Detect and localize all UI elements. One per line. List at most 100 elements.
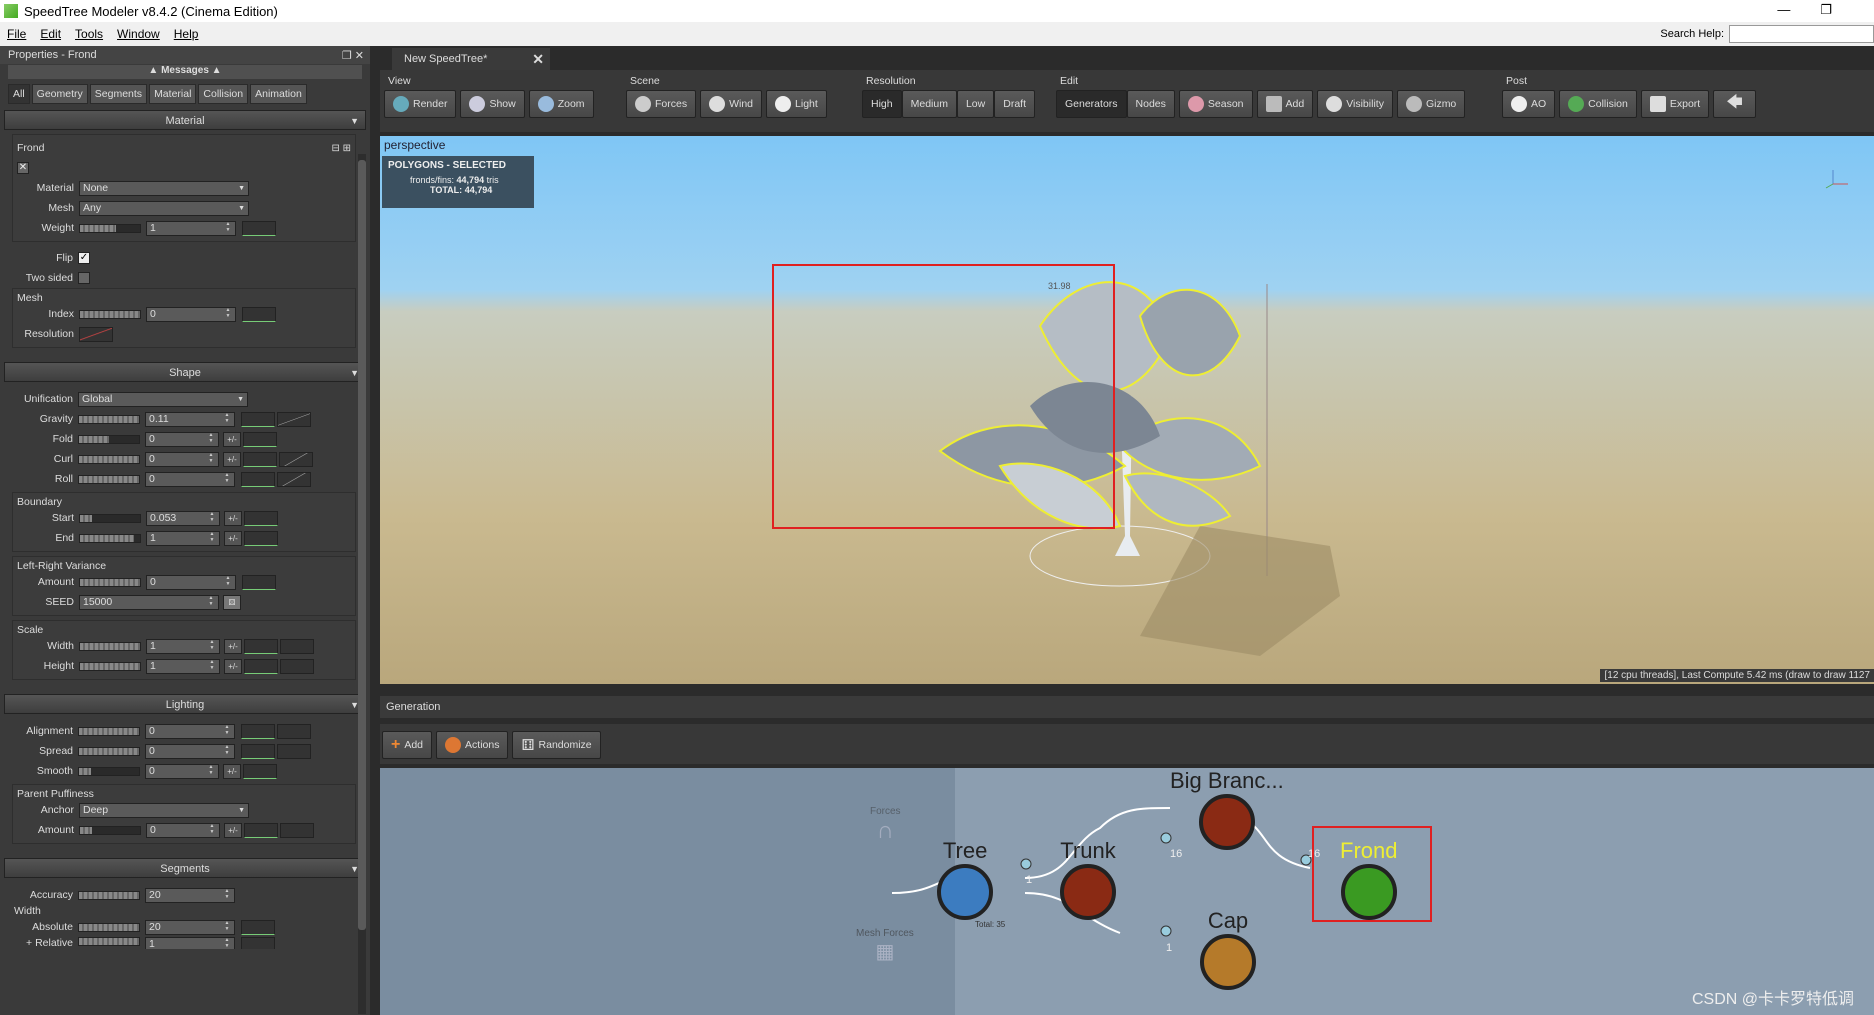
gravity-curve[interactable] <box>241 411 275 427</box>
properties-scrollbar[interactable] <box>358 154 366 1014</box>
start-variance-button[interactable]: +/- <box>224 510 242 526</box>
start-field[interactable]: 0.053 <box>146 510 220 526</box>
index-curve[interactable] <box>242 306 276 322</box>
visibility-button[interactable]: Visibility <box>1317 90 1393 118</box>
curl-slider[interactable] <box>78 454 140 464</box>
spread-profile-curve[interactable] <box>277 743 311 759</box>
alignment-curve[interactable] <box>241 723 275 739</box>
document-tab[interactable]: New SpeedTree* ✕ <box>392 48 550 70</box>
end-field[interactable]: 1 <box>146 530 220 546</box>
index-field[interactable]: 0 <box>146 306 236 322</box>
gravity-profile-curve[interactable] <box>277 411 311 427</box>
menu-window[interactable]: Window <box>110 27 167 41</box>
amount-slider[interactable] <box>79 577 141 587</box>
big-branch-node[interactable]: Big Branc... <box>1170 768 1284 850</box>
forces-button[interactable]: Forces <box>626 90 697 118</box>
curl-profile-curve[interactable] <box>279 451 313 467</box>
height-variance-button[interactable]: +/- <box>224 658 242 674</box>
index-slider[interactable] <box>79 309 141 319</box>
relative-curve[interactable] <box>241 937 275 949</box>
minimize-icon[interactable]: — <box>1777 2 1820 17</box>
fold-field[interactable]: 0 <box>145 431 219 447</box>
smooth-slider[interactable] <box>78 766 140 776</box>
nodes-button[interactable]: Nodes <box>1126 90 1175 118</box>
wind-button[interactable]: Wind <box>700 90 763 118</box>
res-draft-button[interactable]: Draft <box>994 90 1035 118</box>
weight-slider[interactable] <box>79 223 141 233</box>
unification-dropdown[interactable]: Global <box>78 391 248 407</box>
accuracy-field[interactable]: 20 <box>145 887 235 903</box>
collision-button[interactable]: Collision <box>1559 90 1637 118</box>
curl-field[interactable]: 0 <box>145 451 219 467</box>
end-curve[interactable] <box>244 530 278 546</box>
puffiness-amount-field[interactable]: 0 <box>146 822 220 838</box>
alignment-profile-curve[interactable] <box>277 723 311 739</box>
height-curve[interactable] <box>244 658 278 674</box>
light-button[interactable]: Light <box>766 90 827 118</box>
alignment-field[interactable]: 0 <box>145 723 235 739</box>
width-curve[interactable] <box>244 638 278 654</box>
material-section-header[interactable]: Material ▼ <box>4 110 366 130</box>
smooth-variance-button[interactable]: +/- <box>223 763 241 779</box>
spread-curve[interactable] <box>241 743 275 759</box>
width-variance-button[interactable]: +/- <box>224 638 242 654</box>
window-controls[interactable]: —❐ <box>1777 2 1862 18</box>
lighting-section-header[interactable]: Lighting ▼ <box>4 694 366 714</box>
roll-curve[interactable] <box>241 471 275 487</box>
absolute-slider[interactable] <box>78 922 140 932</box>
amount-field[interactable]: 0 <box>146 574 236 590</box>
puffiness-profile-curve[interactable] <box>280 822 314 838</box>
generators-button[interactable]: Generators <box>1056 90 1127 118</box>
tab-geometry[interactable]: Geometry <box>31 84 88 104</box>
tree-node[interactable]: Tree Total: 35 <box>925 838 1005 929</box>
gravity-slider[interactable] <box>78 414 140 424</box>
zoom-button[interactable]: Zoom <box>528 90 594 118</box>
amount-curve[interactable] <box>242 574 276 590</box>
mesh-forces-node[interactable]: Mesh Forces ▦ <box>856 928 914 964</box>
start-slider[interactable] <box>79 513 141 523</box>
roll-profile-curve[interactable] <box>277 471 311 487</box>
cap-node[interactable]: Cap <box>1200 908 1256 990</box>
height-slider[interactable] <box>79 661 141 671</box>
export-button[interactable]: Export <box>1640 90 1710 118</box>
height-field[interactable]: 1 <box>146 658 220 674</box>
puffiness-variance-button[interactable]: +/- <box>224 822 242 838</box>
remove-material-icon[interactable]: ✕ <box>17 162 29 174</box>
curl-variance-button[interactable]: +/- <box>223 451 241 467</box>
accuracy-slider[interactable] <box>78 890 140 900</box>
minus-plus-icon[interactable]: ⊟ ⊞ <box>331 143 351 154</box>
relative-field[interactable]: 1 <box>145 937 235 949</box>
tab-segments[interactable]: Segments <box>89 84 148 104</box>
anchor-dropdown[interactable]: Deep <box>79 802 249 818</box>
width-profile-curve[interactable] <box>280 638 314 654</box>
add-button[interactable]: Add <box>1256 90 1314 118</box>
gravity-field[interactable]: 0.11 <box>145 411 235 427</box>
res-low-button[interactable]: Low <box>956 90 995 118</box>
search-help-input[interactable] <box>1729 25 1874 43</box>
menu-file[interactable]: File <box>0 27 33 41</box>
weight-field[interactable]: 1 <box>146 220 236 236</box>
material-dropdown[interactable]: None <box>79 180 249 196</box>
smooth-field[interactable]: 0 <box>145 763 219 779</box>
spread-field[interactable]: 0 <box>145 743 235 759</box>
generation-graph[interactable]: Forces ∩ Mesh Forces ▦ Tree Total: 35 Trunk… <box>380 768 1874 1015</box>
resolution-curve[interactable] <box>79 326 113 342</box>
puffiness-amount-slider[interactable] <box>79 825 141 835</box>
fold-variance-button[interactable]: +/- <box>223 431 241 447</box>
messages-bar[interactable]: ▲ Messages ▲ <box>8 65 362 79</box>
perspective-viewport[interactable]: perspective POLYGONS - SELECTED fronds/f… <box>380 136 1874 684</box>
fold-slider[interactable] <box>78 434 140 444</box>
curl-curve[interactable] <box>243 451 277 467</box>
end-slider[interactable] <box>79 533 141 543</box>
height-profile-curve[interactable] <box>280 658 314 674</box>
collapse-icon[interactable]: ▼ <box>350 111 359 131</box>
seed-field[interactable]: 15000 <box>79 594 219 610</box>
roll-slider[interactable] <box>78 474 140 484</box>
absolute-curve[interactable] <box>241 919 275 935</box>
roll-field[interactable]: 0 <box>145 471 235 487</box>
randomize-button[interactable]: ⚅ Randomize <box>512 731 601 759</box>
res-medium-button[interactable]: Medium <box>901 90 957 118</box>
forces-node[interactable]: Forces ∩ <box>870 806 901 845</box>
actions-button[interactable]: Actions <box>436 731 509 759</box>
menu-edit[interactable]: Edit <box>33 27 68 41</box>
